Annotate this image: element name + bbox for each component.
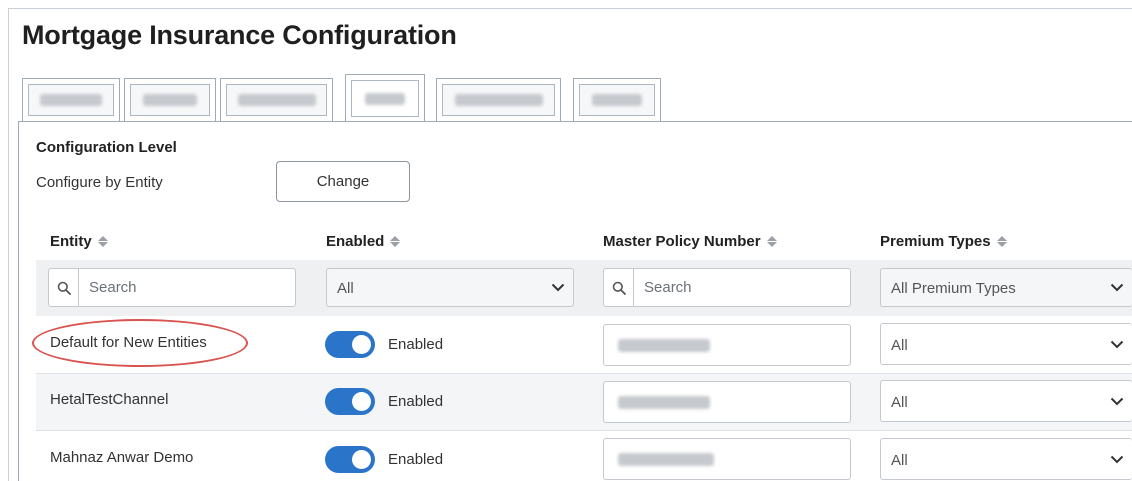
chevron-down-icon [1102, 439, 1132, 479]
select-value: All Premium Types [891, 280, 1016, 297]
page-title: Mortgage Insurance Configuration [22, 20, 457, 50]
entity-name[interactable]: Mahnaz Anwar Demo [50, 449, 193, 466]
select-value: All [891, 394, 908, 411]
policy-value [618, 453, 714, 466]
tab-label [365, 92, 405, 105]
enabled-toggle[interactable] [325, 388, 375, 415]
select-value: All [891, 452, 908, 469]
chevron-down-icon [1102, 324, 1132, 364]
premium-types-select[interactable]: All [880, 438, 1132, 480]
sort-icon [97, 236, 108, 247]
tab-4-active[interactable] [345, 74, 425, 122]
policy-value [618, 339, 710, 352]
premium-types-select[interactable]: All [880, 323, 1132, 365]
sort-icon [390, 236, 401, 247]
toggle-label: Enabled [388, 393, 444, 410]
tab-label [237, 94, 316, 106]
search-placeholder: Search [644, 279, 692, 296]
column-header-label: Premium Types [880, 233, 991, 250]
tab-label [143, 94, 197, 106]
chevron-down-icon [1102, 381, 1132, 421]
chevron-down-icon [1102, 269, 1132, 306]
column-header-label: Entity [50, 233, 92, 250]
select-value: All [891, 337, 908, 354]
search-placeholder: Search [89, 279, 137, 296]
entity-name[interactable]: HetalTestChannel [50, 391, 168, 408]
tab-3[interactable] [220, 78, 333, 121]
chevron-down-icon [543, 269, 573, 306]
select-value: All [337, 280, 354, 297]
master-policy-input[interactable] [603, 438, 851, 480]
tab-label [40, 94, 102, 106]
column-header-enabled[interactable]: Enabled [326, 233, 401, 250]
row-divider [36, 430, 1132, 431]
tab-label [592, 94, 642, 106]
tab-label [454, 94, 543, 106]
highlight-annotation [32, 319, 248, 367]
configure-by-label: Configure by Entity [36, 174, 163, 191]
policy-search-input[interactable]: Search [603, 268, 851, 307]
enabled-filter-select[interactable]: All [326, 268, 574, 307]
column-header-label: Master Policy Number [603, 233, 761, 250]
master-policy-input[interactable] [603, 381, 851, 423]
policy-value [618, 396, 710, 409]
change-button[interactable]: Change [276, 161, 410, 202]
configuration-level-heading: Configuration Level [36, 139, 177, 156]
master-policy-input[interactable] [603, 324, 851, 366]
toggle-label: Enabled [388, 336, 444, 353]
tab-1[interactable] [22, 78, 120, 121]
premium-types-select[interactable]: All [880, 380, 1132, 422]
tab-2[interactable] [124, 78, 216, 121]
search-icon [604, 269, 634, 306]
tab-6[interactable] [573, 78, 661, 121]
sort-icon [996, 236, 1007, 247]
search-icon [49, 269, 79, 306]
toggle-label: Enabled [388, 451, 444, 468]
enabled-toggle[interactable] [325, 331, 375, 358]
column-header-entity[interactable]: Entity [50, 233, 108, 250]
column-header-label: Enabled [326, 233, 385, 250]
enabled-toggle[interactable] [325, 446, 375, 473]
entity-search-input[interactable]: Search [48, 268, 296, 307]
column-header-premium-types[interactable]: Premium Types [880, 233, 1007, 250]
panel-border [18, 121, 19, 481]
column-header-master-policy-number[interactable]: Master Policy Number [603, 233, 777, 250]
premium-types-filter-select[interactable]: All Premium Types [880, 268, 1132, 307]
sort-icon [766, 236, 777, 247]
tab-5[interactable] [436, 78, 561, 121]
tabs-divider [18, 121, 1132, 122]
